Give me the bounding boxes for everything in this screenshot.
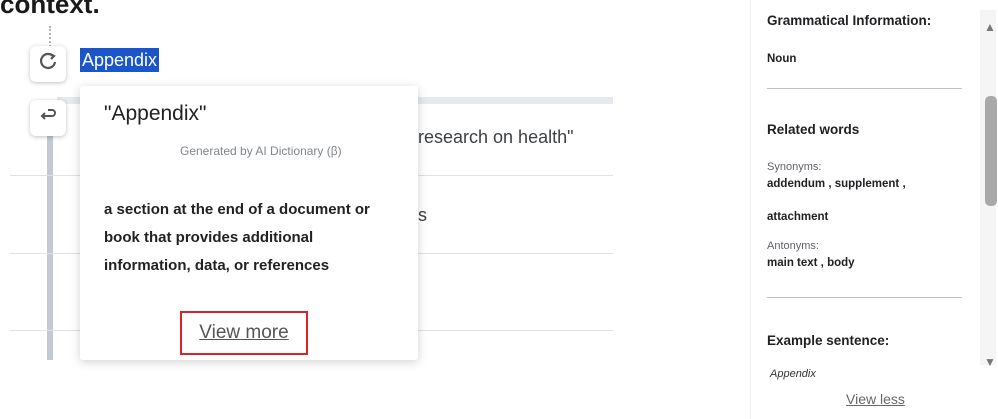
synonyms-label: Synonyms: <box>767 161 822 173</box>
page-heading: context. <box>0 0 100 19</box>
popup-definition: a section at the end of a document or bo… <box>104 201 370 274</box>
table-cell-text: s <box>418 205 427 225</box>
scrollbar-thumb[interactable] <box>985 96 997 206</box>
example-sentence-text: Appendix <box>770 368 816 380</box>
example-sentence-heading: Example sentence: <box>767 333 890 348</box>
undo-button[interactable] <box>30 100 66 136</box>
refresh-icon <box>38 51 58 77</box>
undo-icon <box>38 105 58 131</box>
document-margin-bar <box>47 100 53 360</box>
antonyms-label: Antonyms: <box>767 240 819 252</box>
antonyms-list[interactable]: main text , body <box>767 257 855 269</box>
panel-divider <box>767 88 962 89</box>
refresh-button[interactable] <box>30 46 66 82</box>
selected-word[interactable]: Appendix <box>80 48 160 72</box>
popup-generated-by: Generated by AI Dictionary (β) <box>180 144 342 158</box>
synonyms-list[interactable]: addendum , supplement , <box>767 178 906 190</box>
table-cell-text: research on health" <box>418 127 574 147</box>
dictionary-popup: "Appendix" Generated by AI Dictionary (β… <box>80 86 418 360</box>
scroll-down-icon[interactable]: ▼ <box>984 355 996 369</box>
part-of-speech: Noun <box>767 53 797 65</box>
panel-divider <box>767 297 962 298</box>
view-more-link[interactable]: View more <box>180 311 308 355</box>
view-less-link[interactable]: View less <box>846 391 905 407</box>
grammatical-info-heading: Grammatical Information: <box>767 13 932 28</box>
related-words-heading: Related words <box>767 122 860 137</box>
popup-title: "Appendix" <box>104 102 207 125</box>
scroll-up-icon[interactable]: ▲ <box>984 20 996 34</box>
synonyms-list-continued[interactable]: attachment <box>767 211 828 223</box>
